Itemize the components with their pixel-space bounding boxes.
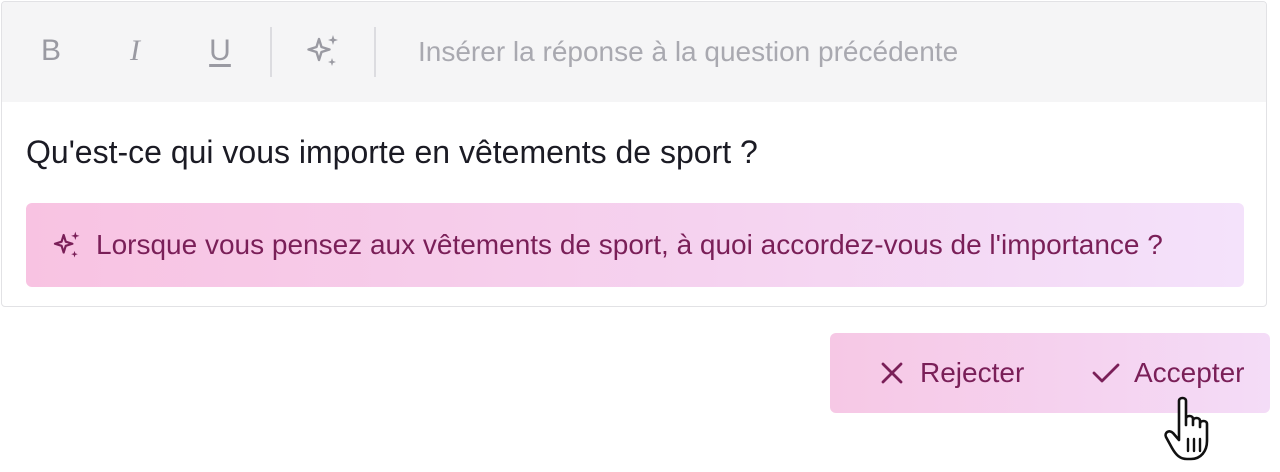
toolbar-separator: [270, 27, 272, 77]
reject-label: Rejecter: [920, 357, 1025, 388]
italic-button[interactable]: I: [113, 29, 157, 73]
ai-generate-button[interactable]: [301, 29, 345, 73]
editor-toolbar: B I U Insérer la réponse à la question p…: [2, 2, 1266, 102]
bold-button[interactable]: B: [29, 29, 73, 73]
hand-pointer-icon: [1164, 396, 1209, 461]
close-icon: [876, 357, 908, 389]
underline-icon: U: [209, 34, 231, 67]
sparkles-icon: [52, 230, 82, 260]
ai-suggestion: Lorsque vous pensez aux vêtements de spo…: [26, 203, 1244, 287]
sparkles-icon: [307, 35, 338, 66]
suggestion-text: Lorsque vous pensez aux vêtements de spo…: [96, 229, 1163, 260]
rich-text-editor: B I U Insérer la réponse à la question p…: [1, 1, 1267, 307]
italic-icon: I: [130, 34, 140, 67]
toolbar-separator: [374, 27, 376, 77]
accept-label: Accepter: [1134, 357, 1245, 388]
reject-button[interactable]: Rejecter: [876, 333, 1024, 413]
underline-button[interactable]: U: [198, 29, 242, 73]
bold-icon: B: [40, 34, 61, 67]
answer-input[interactable]: Insérer la réponse à la question précéde…: [418, 34, 958, 70]
question-text: Qu'est-ce qui vous importe en vêtements …: [26, 134, 758, 170]
check-icon: [1090, 357, 1122, 389]
